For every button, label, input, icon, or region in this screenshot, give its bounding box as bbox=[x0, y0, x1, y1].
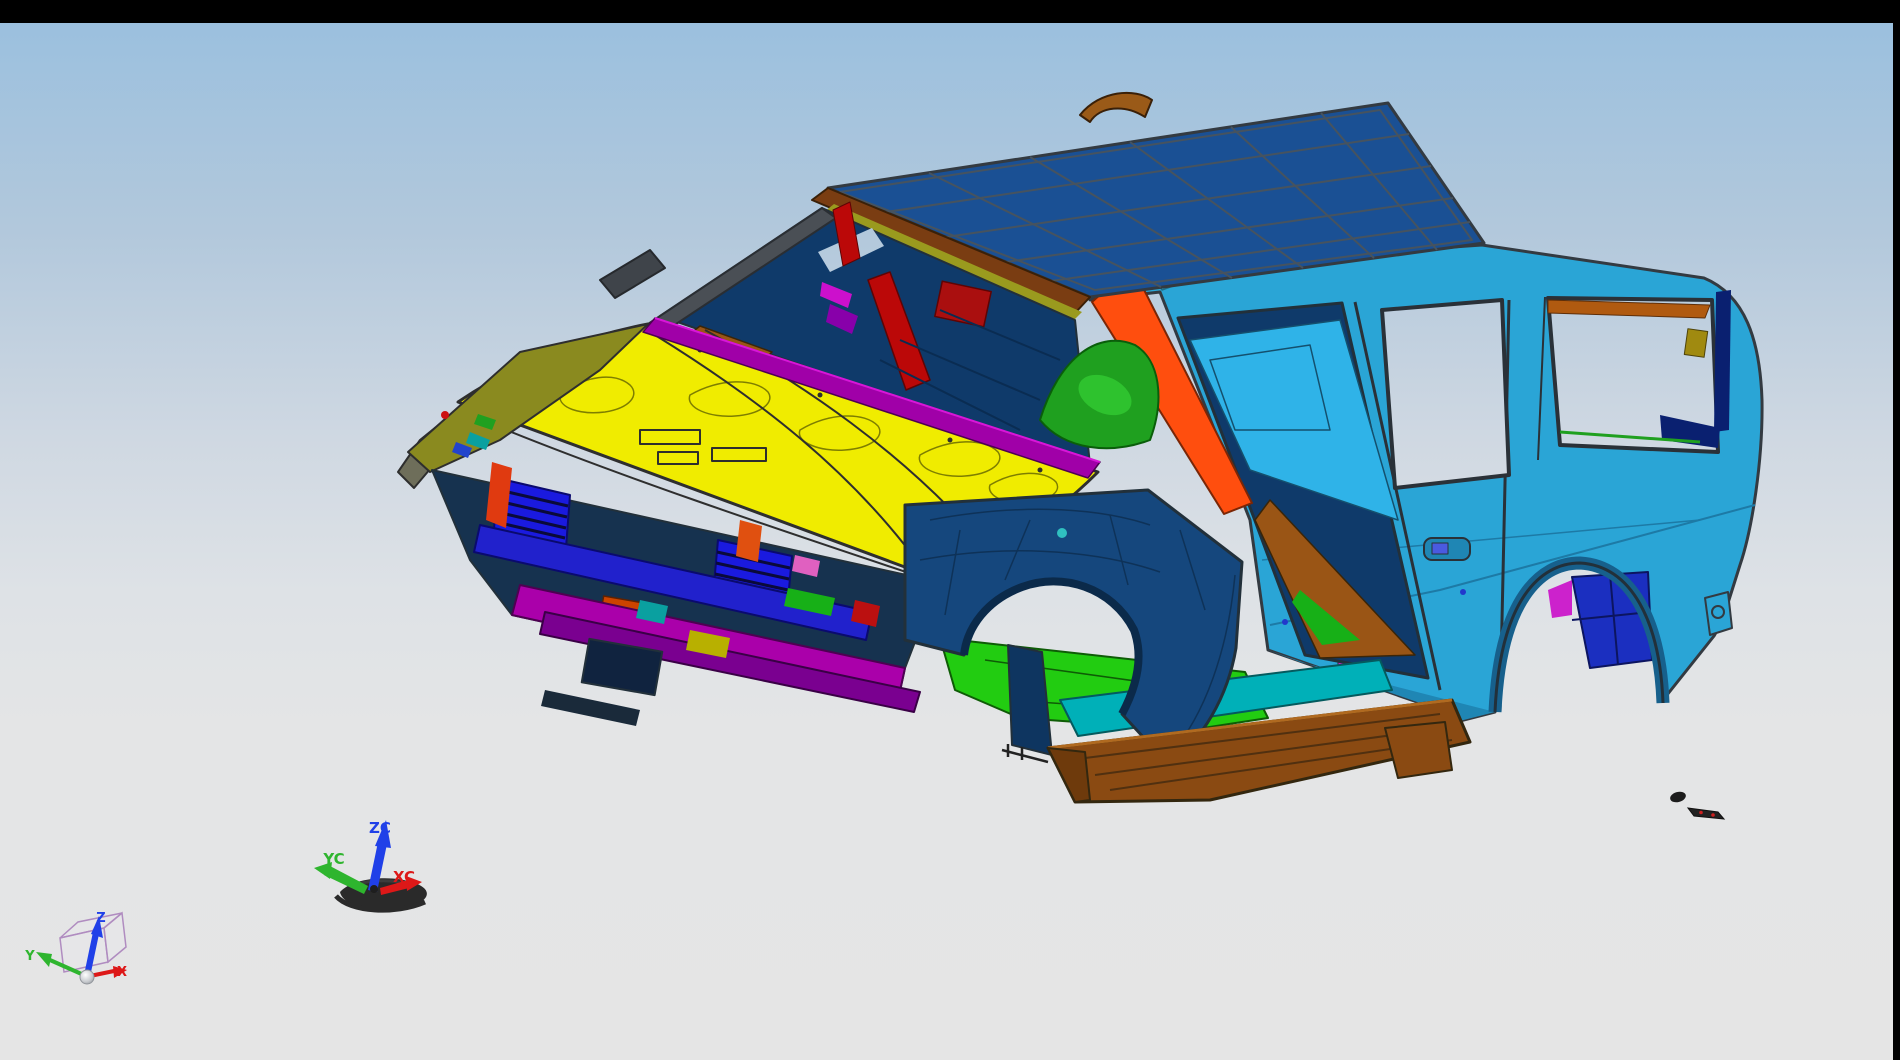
origin-z-label: Z bbox=[96, 911, 105, 926]
cad-application-window: ZC YC XC Z Y X bbox=[0, 0, 1900, 1060]
wcs-y-label: YC bbox=[322, 850, 344, 868]
rear-door-window bbox=[1382, 300, 1509, 488]
rear-bracket-tab bbox=[1705, 592, 1732, 635]
right-letterbox-bar bbox=[1893, 0, 1900, 1060]
quarter-window bbox=[1548, 298, 1720, 452]
top-letterbox-bar bbox=[0, 0, 1900, 23]
wcs-z-label: ZC bbox=[369, 819, 391, 837]
door-handle-recess bbox=[1424, 538, 1470, 560]
wing-red-dot bbox=[441, 411, 449, 419]
d-pillar-navy-part bbox=[1714, 290, 1731, 432]
origin-y-label: Y bbox=[24, 949, 35, 964]
origin-sphere bbox=[80, 970, 94, 984]
fender-teal-dot bbox=[1057, 528, 1067, 538]
viewport-3d[interactable]: ZC YC XC Z Y X bbox=[0, 0, 1900, 1060]
wcs-x-label: XC bbox=[393, 868, 415, 886]
origin-x-label: X bbox=[117, 965, 127, 980]
